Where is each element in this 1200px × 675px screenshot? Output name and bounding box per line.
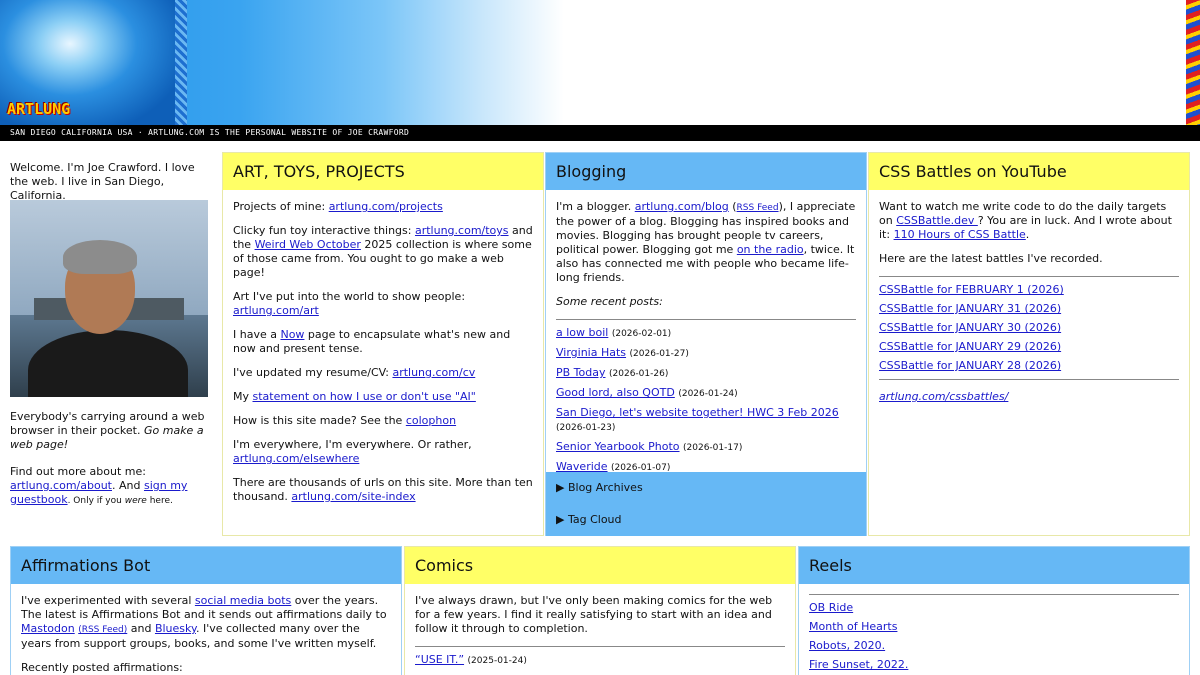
- tag-cloud-toggle[interactable]: ▶ Tag Cloud: [546, 504, 866, 536]
- elsewhere-link[interactable]: artlung.com/elsewhere: [233, 452, 359, 465]
- blog-card-title: Blogging: [546, 153, 866, 190]
- post-date: (2026-01-24): [678, 389, 738, 399]
- reels-card: Reels OB Ride Month of Hearts Robots, 2020…: [798, 546, 1190, 675]
- social-bots-link[interactable]: social media bots: [195, 594, 291, 607]
- list-item: Fire Sunset, 2022.: [809, 658, 1179, 672]
- battle-link[interactable]: CSSBattle for JANUARY 30 (2026): [879, 321, 1061, 334]
- blog-link[interactable]: artlung.com/blog: [635, 200, 729, 213]
- list-item: Robots, 2020.: [809, 639, 1179, 653]
- post-link[interactable]: a low boil: [556, 326, 608, 339]
- header-pattern-strip: [175, 0, 187, 125]
- post-link[interactable]: San Diego, let's website together! HWC 3…: [556, 406, 839, 419]
- find-out-text: Find out more about me: artlung.com/abou…: [10, 465, 188, 506]
- post-date: (2026-01-17): [683, 443, 743, 453]
- battle-link[interactable]: CSSBattle for JANUARY 31 (2026): [879, 302, 1061, 315]
- cssbattles-more-link[interactable]: artlung.com/cssbattles/: [879, 390, 1008, 403]
- post-date: (2026-01-23): [556, 423, 616, 433]
- battle-link[interactable]: CSSBattle for FEBRUARY 1 (2026): [879, 283, 1064, 296]
- recent-posts-list: a low boil (2026-02-01) Virginia Hats (20…: [556, 326, 856, 475]
- list-item: CSSBattle for JANUARY 30 (2026): [879, 321, 1179, 335]
- bluesky-link[interactable]: Bluesky: [155, 622, 196, 635]
- colophon-link[interactable]: colophon: [406, 414, 456, 427]
- tagline-bar: San Diego California USA · ARTLUNG.com i…: [0, 125, 1200, 141]
- post-link[interactable]: Senior Yearbook Photo: [556, 440, 680, 453]
- list-item: CSSBattle for JANUARY 28 (2026): [879, 359, 1179, 373]
- reel-link[interactable]: Robots, 2020.: [809, 639, 885, 652]
- reel-link[interactable]: Fire Sunset, 2022.: [809, 658, 908, 671]
- header-triangle-border: [1186, 0, 1200, 125]
- site-index-link[interactable]: artlung.com/site-index: [291, 490, 415, 503]
- comics-card: Comics I've always drawn, but I've only …: [404, 546, 796, 675]
- blog-rss-link[interactable]: RSS Feed: [737, 203, 779, 213]
- affirm-rss-link[interactable]: (RSS Feed): [78, 625, 127, 635]
- site-header: ARTLUNG: [0, 0, 1200, 125]
- comic-item-link[interactable]: “USE IT.”: [415, 653, 464, 666]
- pocket-text: Everybody's carrying around a web browse…: [10, 410, 205, 451]
- list-item: CSSBattle for FEBRUARY 1 (2026): [879, 283, 1179, 297]
- list-item: CSSBattle for JANUARY 31 (2026): [879, 302, 1179, 316]
- 110-hours-link[interactable]: 110 Hours of CSS Battle: [894, 228, 1026, 241]
- toys-link[interactable]: artlung.com/toys: [415, 224, 509, 237]
- list-item: CSSBattle for JANUARY 29 (2026): [879, 340, 1179, 354]
- reels-card-title: Reels: [799, 547, 1189, 584]
- list-item: OB Ride: [809, 601, 1179, 615]
- post-link[interactable]: Good lord, also QOTD: [556, 386, 675, 399]
- site-tagline: San Diego California USA · ARTLUNG.com i…: [10, 128, 410, 137]
- portrait-photo: [10, 200, 208, 397]
- list-item: Good lord, also QOTD (2026-01-24): [556, 386, 856, 401]
- projects-link[interactable]: artlung.com/projects: [329, 200, 443, 213]
- reel-link[interactable]: OB Ride: [809, 601, 853, 614]
- cssbattle-dev-link[interactable]: CSSBattle.dev: [896, 214, 978, 227]
- list-item: Senior Yearbook Photo (2026-01-17): [556, 440, 856, 455]
- comics-card-title: Comics: [405, 547, 795, 584]
- intro-more: Everybody's carrying around a web browse…: [10, 410, 210, 521]
- battles-list: CSSBattle for FEBRUARY 1 (2026) CSSBattle…: [879, 283, 1179, 373]
- art-link[interactable]: artlung.com/art: [233, 304, 319, 317]
- list-item: Month of Hearts: [809, 620, 1179, 634]
- art-toys-projects-card: ART, TOYS, PROJECTS Projects of mine: ar…: [222, 152, 544, 536]
- reel-link[interactable]: Month of Hearts: [809, 620, 897, 633]
- welcome-text: Welcome. I'm Joe Crawford. I love the we…: [10, 161, 195, 202]
- art-card-title: ART, TOYS, PROJECTS: [223, 153, 543, 190]
- reels-list: OB Ride Month of Hearts Robots, 2020. Fire …: [809, 601, 1179, 672]
- ai-statement-link[interactable]: statement on how I use or don't use "AI": [253, 390, 476, 403]
- list-item: PB Today (2026-01-26): [556, 366, 856, 381]
- site-logo[interactable]: ARTLUNG: [7, 100, 70, 118]
- post-link[interactable]: PB Today: [556, 366, 606, 379]
- post-link[interactable]: Virginia Hats: [556, 346, 626, 359]
- blogging-card: Blogging I'm a blogger. artlung.com/blog…: [545, 152, 867, 536]
- list-item: Virginia Hats (2026-01-27): [556, 346, 856, 361]
- affirmations-card: Affirmations Bot I've experimented with …: [10, 546, 402, 675]
- blog-archives-toggle[interactable]: ▶ Blog Archives: [546, 472, 866, 504]
- css-battles-card: CSS Battles on YouTube Want to watch me …: [868, 152, 1190, 536]
- mastodon-link[interactable]: Mastodon: [21, 622, 75, 635]
- about-link[interactable]: artlung.com/about: [10, 479, 112, 492]
- battle-link[interactable]: CSSBattle for JANUARY 28 (2026): [879, 359, 1061, 372]
- cv-link[interactable]: artlung.com/cv: [392, 366, 475, 379]
- now-link[interactable]: Now: [280, 328, 304, 341]
- affirm-card-title: Affirmations Bot: [11, 547, 401, 584]
- recent-affirmations-label: Recently posted affirmations:: [21, 661, 183, 674]
- post-date: (2026-01-27): [629, 349, 689, 359]
- radio-link[interactable]: on the radio: [737, 243, 804, 256]
- weird-web-october-link[interactable]: Weird Web October: [255, 238, 361, 251]
- list-item: a low boil (2026-02-01): [556, 326, 856, 341]
- battle-link[interactable]: CSSBattle for JANUARY 29 (2026): [879, 340, 1061, 353]
- recent-posts-label: Some recent posts:: [556, 295, 663, 308]
- post-date: (2026-01-26): [609, 369, 669, 379]
- css-card-title: CSS Battles on YouTube: [869, 153, 1189, 190]
- list-item: San Diego, let's website together! HWC 3…: [556, 406, 856, 435]
- post-date: (2026-02-01): [611, 329, 672, 339]
